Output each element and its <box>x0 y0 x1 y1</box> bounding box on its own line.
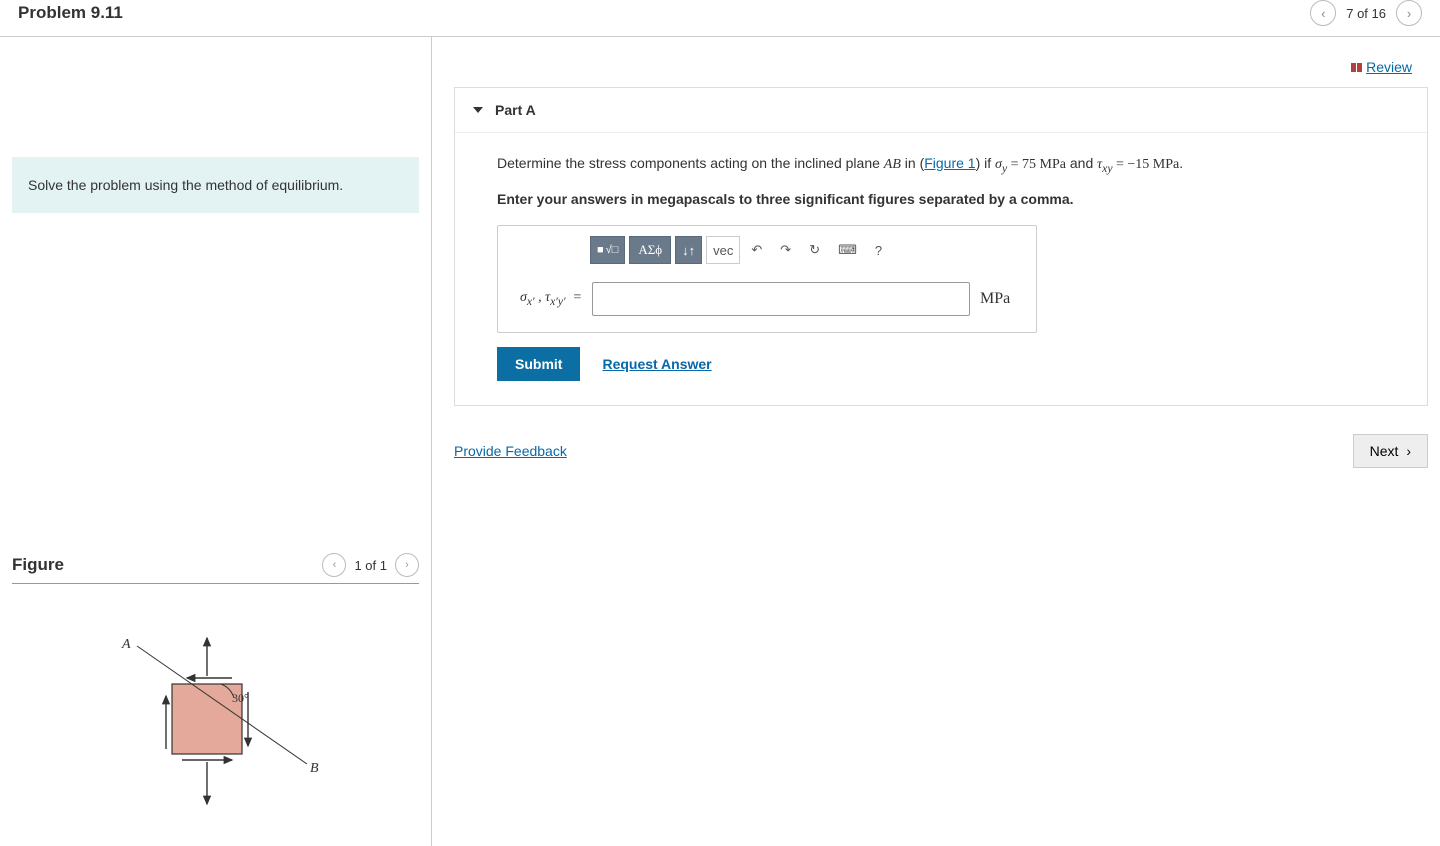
equation-toolbar: ■√□ ΑΣϕ ↓↑ vec ↶ ↷ ↻ ⌨ ? <box>498 226 1036 274</box>
figure-pager: 1 of 1 <box>354 558 387 573</box>
undo-button[interactable]: ↶ <box>744 236 769 264</box>
instruction-box: Solve the problem using the method of eq… <box>12 157 419 213</box>
svg-text:30°: 30° <box>232 691 249 705</box>
templates-button[interactable]: ■√□ <box>590 236 625 264</box>
figure-section: Figure ‹ 1 of 1 › <box>12 553 419 834</box>
subscript-button[interactable]: ↓↑ <box>675 236 702 264</box>
problem-pager: ‹ 7 of 16 › <box>1310 0 1422 26</box>
variable-label: σx′ , τx′y′ = <box>510 290 582 308</box>
figure-link[interactable]: Figure 1 <box>924 155 975 171</box>
figure-prev-button[interactable]: ‹ <box>322 553 346 577</box>
caret-down-icon <box>473 107 483 113</box>
part-header[interactable]: Part A <box>455 88 1427 133</box>
figure-nav: ‹ 1 of 1 › <box>322 553 419 577</box>
problem-title: Problem 9.11 <box>18 3 123 23</box>
prev-problem-button[interactable]: ‹ <box>1310 0 1336 26</box>
chevron-right-icon: › <box>1402 443 1411 459</box>
reset-button[interactable]: ↻ <box>802 236 827 264</box>
unit-label: MPa <box>980 290 1024 308</box>
problem-statement: Determine the stress components acting o… <box>497 153 1385 177</box>
right-column: Review Part A Determine the stress compo… <box>432 37 1440 846</box>
submit-button[interactable]: Submit <box>497 347 580 381</box>
review-link[interactable]: Review <box>1351 59 1412 75</box>
part-a-panel: Part A Determine the stress components a… <box>454 87 1428 406</box>
request-answer-link[interactable]: Request Answer <box>602 356 711 372</box>
answer-box: ■√□ ΑΣϕ ↓↑ vec ↶ ↷ ↻ ⌨ ? σx′ , τx′y′ = M… <box>497 225 1037 333</box>
review-icon <box>1351 63 1362 72</box>
provide-feedback-link[interactable]: Provide Feedback <box>454 443 567 459</box>
answer-input[interactable] <box>592 282 970 316</box>
next-button[interactable]: Next › <box>1353 434 1428 468</box>
answer-instruction: Enter your answers in megapascals to thr… <box>497 191 1385 207</box>
figure-next-button[interactable]: › <box>395 553 419 577</box>
left-column: Solve the problem using the method of eq… <box>0 37 432 846</box>
next-problem-button[interactable]: › <box>1396 0 1422 26</box>
vec-button[interactable]: vec <box>706 236 740 264</box>
figure-title: Figure <box>12 555 64 575</box>
keyboard-button[interactable]: ⌨ <box>831 236 864 264</box>
pager-text: 7 of 16 <box>1346 6 1386 21</box>
figure-image: A B 30° <box>12 614 419 834</box>
svg-text:B: B <box>310 761 319 776</box>
greek-button[interactable]: ΑΣϕ <box>629 236 671 264</box>
part-title: Part A <box>495 102 536 118</box>
svg-text:A: A <box>121 637 131 652</box>
redo-button[interactable]: ↷ <box>773 236 798 264</box>
help-button[interactable]: ? <box>868 236 889 264</box>
top-bar: Problem 9.11 ‹ 7 of 16 › <box>0 0 1440 37</box>
